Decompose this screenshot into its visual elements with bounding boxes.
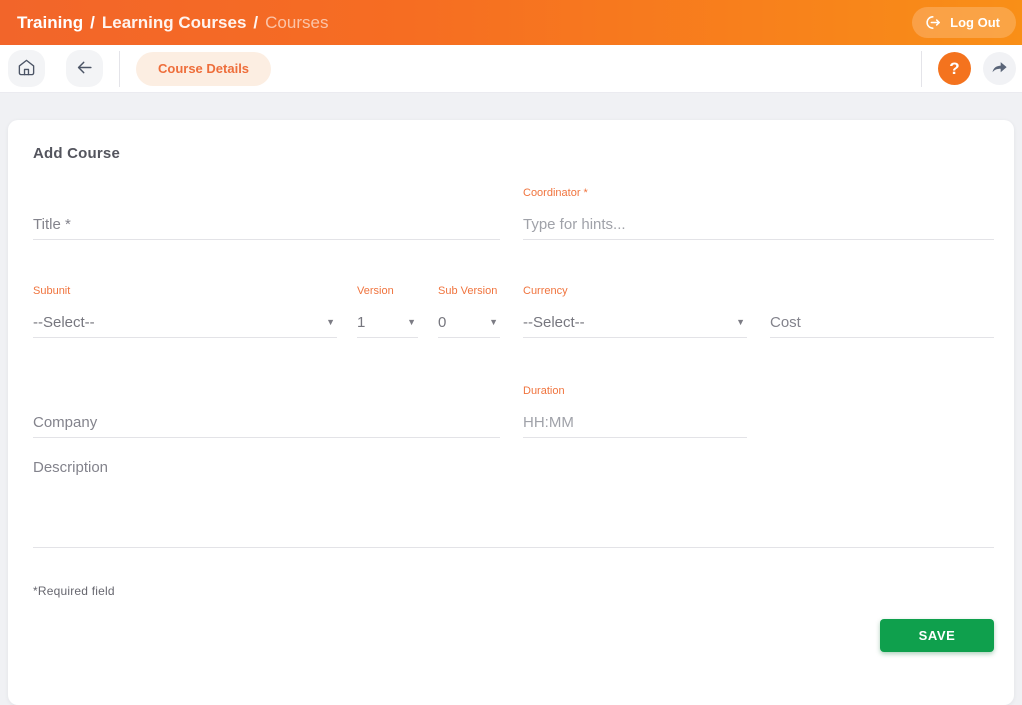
company-input[interactable] <box>33 407 500 437</box>
sub-version-select[interactable]: 0 ▼ <box>438 307 500 337</box>
share-button[interactable] <box>983 52 1016 85</box>
home-button[interactable] <box>8 50 45 87</box>
breadcrumb-courses: Courses <box>265 12 329 32</box>
coordinator-label: Coordinator * <box>523 187 588 199</box>
subunit-label: Subunit <box>33 285 71 297</box>
page-title: Add Course <box>33 145 121 162</box>
currency-label: Currency <box>523 285 568 297</box>
cost-input[interactable] <box>770 307 994 337</box>
question-mark-icon: ? <box>949 58 960 78</box>
description-field <box>33 459 994 548</box>
company-field <box>33 382 500 438</box>
forward-arrow-icon <box>990 58 1009 80</box>
help-button[interactable]: ? <box>938 52 971 85</box>
logout-button[interactable]: Log Out <box>912 7 1016 38</box>
breadcrumb-separator: / <box>90 12 95 32</box>
description-input[interactable] <box>33 459 994 542</box>
save-button[interactable]: SAVE <box>880 619 994 652</box>
form-row-2-right: Currency --Select-- ▼ <box>523 282 994 338</box>
currency-field: Currency --Select-- ▼ <box>523 282 747 338</box>
required-field-note: *Required field <box>33 584 115 598</box>
breadcrumb-separator: / <box>253 12 259 32</box>
subunit-value: --Select-- <box>33 313 95 331</box>
chevron-down-icon: ▼ <box>489 317 498 327</box>
form-row-3-right: Duration <box>523 382 994 438</box>
sub-version-value: 0 <box>438 313 447 331</box>
course-details-tab[interactable]: Course Details <box>136 51 272 86</box>
currency-value: --Select-- <box>523 313 585 331</box>
form-row-2: Subunit --Select-- ▼ Version 1 ▼ Sub Ver… <box>33 282 994 338</box>
subunit-select[interactable]: --Select-- ▼ <box>33 307 337 337</box>
title-input[interactable] <box>33 209 500 239</box>
logout-icon <box>925 14 942 31</box>
duration-input[interactable] <box>523 407 747 437</box>
back-arrow-icon <box>75 58 94 80</box>
chevron-down-icon: ▼ <box>736 317 745 327</box>
breadcrumb-training[interactable]: Training <box>17 13 83 33</box>
breadcrumb-learning-courses[interactable]: Learning Courses <box>102 13 247 33</box>
sub-version-label: Sub Version <box>438 285 498 297</box>
duration-field: Duration <box>523 382 747 438</box>
coordinator-field: Coordinator * <box>523 184 994 240</box>
logout-label: Log Out <box>950 15 1000 30</box>
duration-label: Duration <box>523 385 565 397</box>
save-row: SAVE <box>33 619 994 652</box>
back-button[interactable] <box>66 50 103 87</box>
form-row-1: Coordinator * <box>33 184 994 240</box>
form-row-2-left: Subunit --Select-- ▼ Version 1 ▼ Sub Ver… <box>33 282 500 338</box>
main-content-area: Add Course Coordinator * Subunit --S <box>0 93 1022 705</box>
toolbar: Course Details ? <box>0 45 1022 93</box>
subunit-field: Subunit --Select-- ▼ <box>33 282 337 338</box>
toolbar-divider-right <box>921 50 922 87</box>
cost-field <box>770 282 994 338</box>
chevron-down-icon: ▼ <box>407 317 416 327</box>
description-row <box>33 459 994 548</box>
app-window: Training / Learning Courses / Courses Lo… <box>0 0 1022 705</box>
version-label: Version <box>357 285 394 297</box>
version-value: 1 <box>357 313 366 331</box>
sub-version-field: Sub Version 0 ▼ <box>438 282 500 338</box>
version-select[interactable]: 1 ▼ <box>357 307 418 337</box>
title-field <box>33 184 500 240</box>
coordinator-input[interactable] <box>523 209 994 239</box>
breadcrumb: Training / Learning Courses / Courses <box>17 13 328 33</box>
home-icon <box>17 58 36 80</box>
form-row-3: Duration <box>33 382 994 438</box>
chevron-down-icon: ▼ <box>326 317 335 327</box>
version-field: Version 1 ▼ <box>357 282 418 338</box>
add-course-card: Add Course Coordinator * Subunit --S <box>8 120 1014 705</box>
top-header-bar: Training / Learning Courses / Courses Lo… <box>0 0 1022 45</box>
currency-select[interactable]: --Select-- ▼ <box>523 307 747 337</box>
toolbar-divider <box>119 50 120 87</box>
